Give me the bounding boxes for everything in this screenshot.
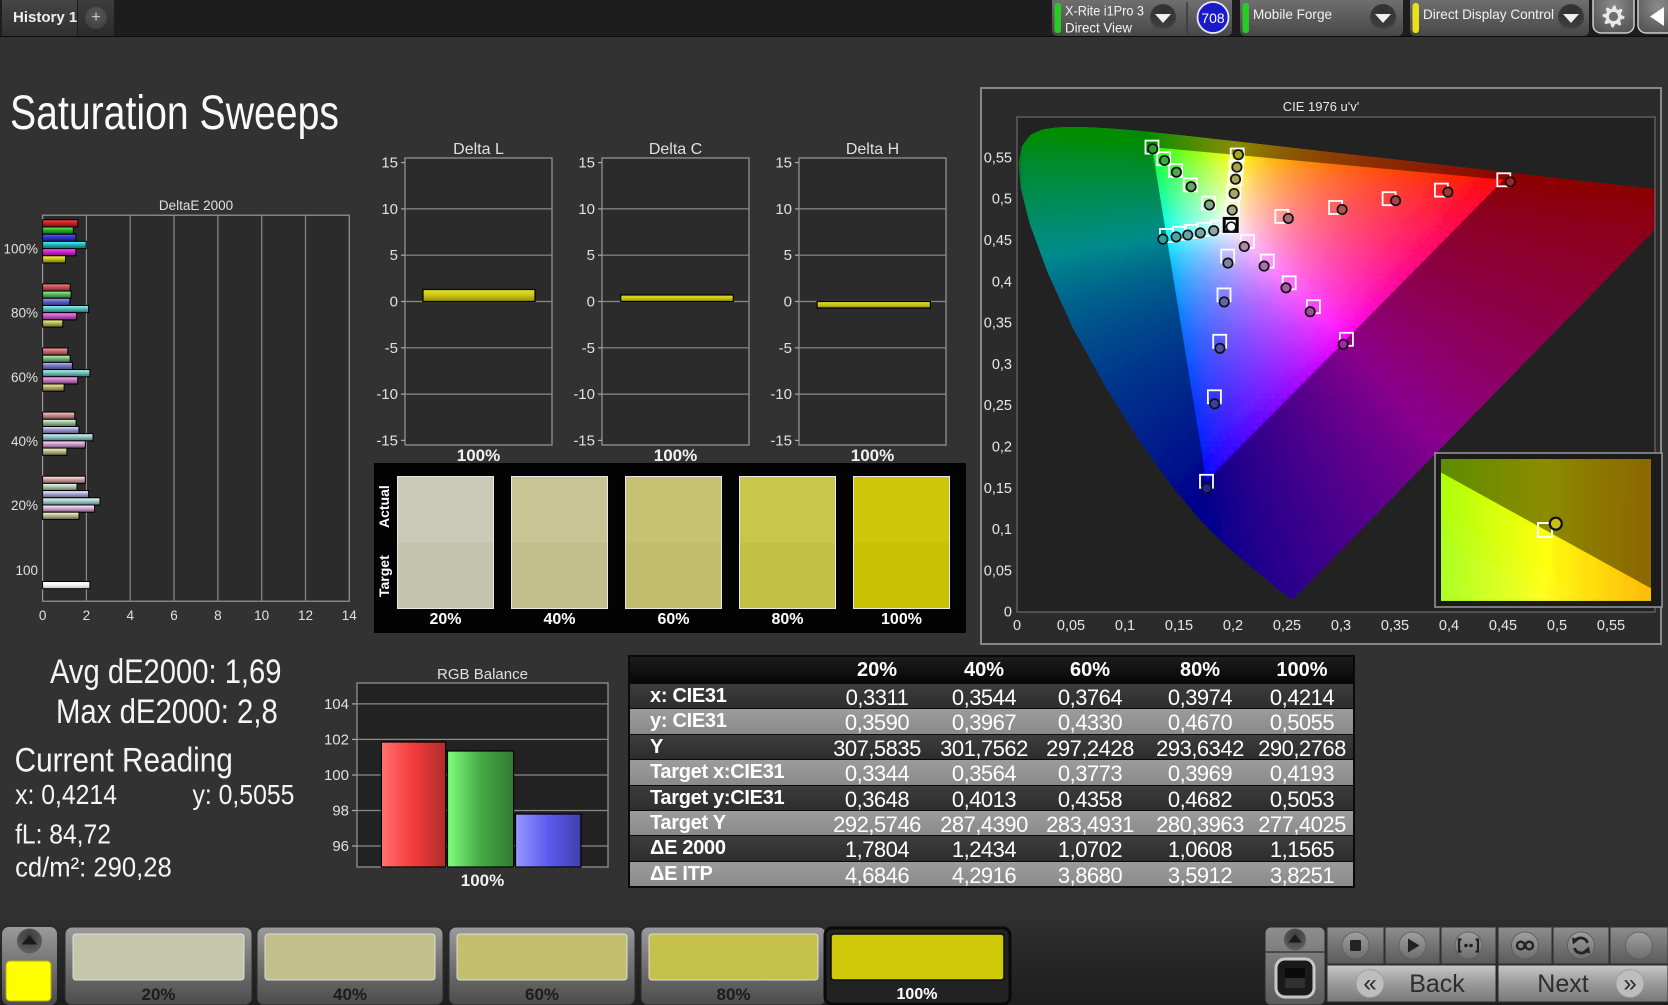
svg-text:0,5: 0,5	[1547, 618, 1567, 634]
svg-text:0,3: 0,3	[992, 357, 1012, 373]
svg-text:0,45: 0,45	[1489, 618, 1517, 634]
svg-text:0,35: 0,35	[984, 316, 1012, 332]
svg-text:Mobile Forge: Mobile Forge	[1253, 6, 1332, 22]
svg-text:0,4: 0,4	[992, 274, 1012, 290]
svg-text:96: 96	[332, 838, 349, 855]
svg-text:«: «	[1363, 970, 1376, 997]
svg-text:0,05: 0,05	[984, 563, 1012, 579]
svg-text:0,55: 0,55	[984, 150, 1012, 166]
svg-text:CIE 1976 u'v': CIE 1976 u'v'	[1283, 99, 1360, 114]
svg-text:0,3: 0,3	[1331, 618, 1351, 634]
svg-text:100: 100	[324, 767, 349, 784]
svg-text:80%: 80%	[716, 985, 750, 1004]
svg-text:0,25: 0,25	[1273, 618, 1301, 634]
svg-text:0,1: 0,1	[1115, 618, 1135, 634]
svg-text:100%: 100%	[461, 871, 504, 890]
svg-text:0,25: 0,25	[984, 398, 1012, 414]
svg-text:0,45: 0,45	[984, 233, 1012, 249]
svg-text:X-Rite i1Pro 3: X-Rite i1Pro 3	[1065, 3, 1144, 19]
svg-text:0: 0	[1004, 605, 1012, 621]
svg-text:Direct Display Control: Direct Display Control	[1423, 6, 1554, 22]
svg-text:98: 98	[332, 803, 349, 820]
svg-text:0,5: 0,5	[992, 192, 1012, 208]
svg-text:40%: 40%	[333, 985, 367, 1004]
svg-text:20%: 20%	[141, 985, 175, 1004]
svg-text:0,4: 0,4	[1439, 618, 1459, 634]
svg-text:0,15: 0,15	[1165, 618, 1193, 634]
svg-text:0: 0	[1013, 618, 1021, 634]
svg-text:60%: 60%	[525, 985, 559, 1004]
svg-text:100%: 100%	[897, 986, 938, 1003]
svg-text:RGB Balance: RGB Balance	[437, 666, 528, 683]
svg-text:»: »	[1623, 970, 1636, 997]
svg-text:104: 104	[324, 696, 349, 713]
svg-text:Next: Next	[1537, 970, 1588, 998]
svg-text:0,05: 0,05	[1057, 618, 1085, 634]
svg-text:0,15: 0,15	[984, 481, 1012, 497]
svg-text:708: 708	[1201, 10, 1225, 26]
svg-text:0,2: 0,2	[1223, 618, 1243, 634]
svg-text:Direct View: Direct View	[1065, 20, 1133, 36]
svg-text:0,35: 0,35	[1381, 618, 1409, 634]
svg-text:0,55: 0,55	[1597, 618, 1625, 634]
svg-text:0,1: 0,1	[992, 522, 1012, 538]
svg-text:102: 102	[324, 731, 349, 748]
svg-text:Back: Back	[1409, 970, 1465, 998]
svg-text:0,2: 0,2	[992, 440, 1012, 456]
